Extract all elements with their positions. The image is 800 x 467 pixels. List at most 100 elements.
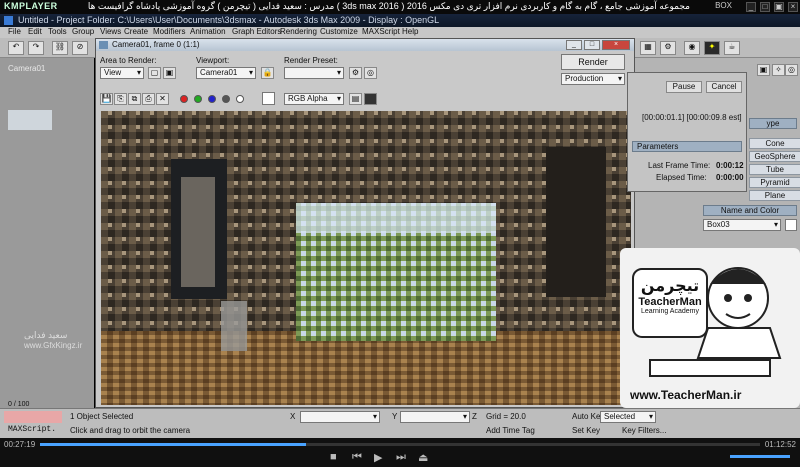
box-label[interactable]: BOX [715,1,732,10]
quick-render-icon[interactable]: ✦ [704,41,720,55]
menu-maxscript[interactable]: MAXScript [362,27,400,36]
print-image-icon[interactable]: ⎙ [142,93,155,105]
object-color-swatch[interactable] [785,219,797,231]
status-prompt: Click and drag to orbit the camera [70,426,191,435]
viewport-select[interactable]: Camera01 [196,67,256,79]
menu-create[interactable]: Create [124,27,148,36]
save-image-icon[interactable]: 💾 [100,93,113,105]
menu-help[interactable]: Help [402,27,418,36]
menu-tools[interactable]: Tools [48,27,67,36]
channel-display-select[interactable]: RGB Alpha [284,93,344,105]
object-type-rollout[interactable]: ype [749,118,797,129]
key-filters-button[interactable]: Key Filters... [622,426,666,435]
menu-customize[interactable]: Customize [320,27,358,36]
add-time-tag[interactable]: Add Time Tag [486,426,535,435]
panel-icon-b[interactable]: ✧ [772,64,785,76]
alpha-channel-icon[interactable] [222,95,230,103]
current-time: 00:27:19 [4,440,36,449]
render-minimize-icon[interactable]: _ [566,40,582,50]
render-maximize-icon[interactable]: □ [584,40,600,50]
area-to-render-select[interactable]: View [100,67,144,79]
render-close-icon[interactable]: × [602,40,630,50]
cone-button[interactable]: Cone [749,138,800,149]
volume-slider[interactable] [730,455,790,458]
seek-bar[interactable] [40,443,760,446]
floor-area [101,331,631,405]
select-link-icon[interactable]: ⛓ [52,41,68,55]
time-slider-value[interactable]: 0 / 100 [8,401,29,408]
green-channel-icon[interactable] [194,95,202,103]
menu-graph-editors[interactable]: Graph Editors [232,27,281,36]
object-name-field[interactable]: Box03 [703,219,781,231]
edit-region-icon[interactable]: ▢ [148,67,161,79]
selected-dropdown[interactable]: Selected [600,411,656,423]
unlink-icon[interactable]: ⊘ [72,41,88,55]
display-alpha-icon[interactable] [364,93,377,105]
y-coord-field[interactable] [400,411,470,423]
environment-icon[interactable]: ◎ [364,67,377,79]
rendered-frame-icon[interactable]: ◉ [684,41,700,55]
menu-file[interactable]: File [8,27,21,36]
render-window-title: Camera01, frame 0 (1:1) [112,40,200,49]
parameters-header[interactable]: Parameters [632,141,742,152]
tube-button[interactable]: Tube [749,164,800,175]
watermark-name: سعید فدایی [24,330,68,340]
copy-image-icon[interactable]: ⎘ [114,93,127,105]
panel-icon-a[interactable]: ▣ [757,64,770,76]
menu-edit[interactable]: Edit [28,27,42,36]
prev-icon[interactable]: ⏮ [352,451,362,464]
pyramid-button[interactable]: Pyramid [749,177,800,188]
menu-animation[interactable]: Animation [190,27,226,36]
maxscript-listener-mini[interactable] [4,411,62,423]
menu-modifiers[interactable]: Modifiers [153,27,185,36]
cancel-button[interactable]: Cancel [706,81,742,93]
play-icon[interactable]: ▶ [374,451,382,464]
undo-icon[interactable]: ↶ [8,41,24,55]
render-setup-small-icon[interactable]: ⚙ [349,67,362,79]
teacherman-badge: تیچرمن TeacherMan Learning Academy [632,268,708,338]
maxscript-label[interactable]: MAXScript. [8,425,56,434]
material-editor-icon[interactable]: ▦ [640,41,656,55]
close-icon[interactable]: × [788,2,798,12]
fullscreen-icon[interactable]: ▣ [774,2,784,12]
stop-icon[interactable]: ■ [330,451,337,463]
render-setup-icon[interactable]: ⚙ [660,41,676,55]
plane-button[interactable]: Plane [749,190,800,201]
y-coord-label: Y [392,412,398,421]
render-preset-label: Render Preset: [284,56,338,65]
minimize-icon[interactable]: _ [746,2,756,12]
auto-region-icon[interactable]: ▣ [163,67,176,79]
menu-group[interactable]: Group [72,27,94,36]
poster-right [546,147,606,297]
rendered-image[interactable] [101,111,631,405]
render-preset-select[interactable] [284,67,344,79]
render-button[interactable]: Render [561,54,625,70]
render-teapot-icon[interactable]: ☕ [724,41,740,55]
next-icon[interactable]: ⏭ [396,451,406,464]
set-key-button[interactable]: Set Key [572,426,600,435]
viewport-name-label[interactable]: Camera01 [8,64,45,73]
maximize-icon[interactable]: □ [760,2,770,12]
lock-viewport-icon[interactable]: 🔒 [261,67,274,79]
seek-progress [40,443,307,446]
clone-window-icon[interactable]: ⧉ [128,93,141,105]
x-coord-field[interactable] [300,411,380,423]
geosphere-button[interactable]: GeoSphere [749,151,800,162]
redo-icon[interactable]: ↷ [28,41,44,55]
render-window-icon [99,41,108,49]
menu-views[interactable]: Views [100,27,121,36]
color-swatch[interactable] [262,92,275,105]
production-select[interactable]: Production [561,73,625,85]
pause-button[interactable]: Pause [666,81,702,93]
eject-icon[interactable]: ⏏ [418,451,428,464]
viewport-note [8,110,52,130]
panel-icon-c[interactable]: ◎ [785,64,798,76]
clear-icon[interactable]: ✕ [156,93,169,105]
max-menubar: File Edit Tools Group Views Create Modif… [0,27,800,38]
blue-channel-icon[interactable] [208,95,216,103]
red-channel-icon[interactable] [180,95,188,103]
name-color-rollout[interactable]: Name and Color [703,205,797,216]
mono-channel-icon[interactable] [236,95,244,103]
toggle-ui-icon[interactable]: ▤ [349,93,362,105]
menu-rendering[interactable]: Rendering [280,27,317,36]
